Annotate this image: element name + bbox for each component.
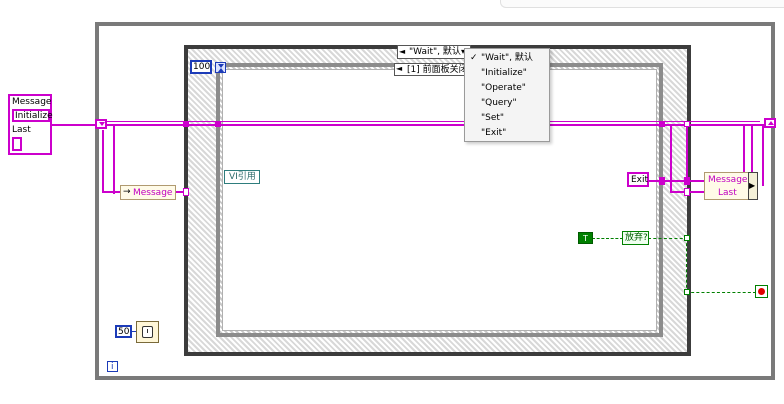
true-constant[interactable]: T	[578, 232, 593, 244]
tunnel-inner-right-exit	[659, 177, 665, 185]
bundle-output-icon: ▶	[748, 172, 758, 200]
case-selector-dropdown-menu[interactable]: ✓ "Wait", 默认 "Initialize" "Operate" "Que…	[464, 48, 550, 142]
stop-terminal[interactable]	[755, 285, 768, 298]
event-selector-value: [1] 前面板关闭?	[407, 65, 473, 75]
menu-item-initialize[interactable]: "Initialize"	[465, 66, 551, 81]
tunnel-right-mid	[684, 177, 690, 185]
cluster-title: Message	[12, 97, 52, 107]
cluster-last-field[interactable]	[12, 137, 22, 151]
wire-right-vertical	[686, 124, 688, 182]
shift-register-right-arrow-icon	[768, 121, 774, 125]
tunnel-right-top	[684, 121, 690, 127]
wait-ms-constant[interactable]: 50	[115, 325, 132, 338]
wire-to-right-edge	[762, 124, 764, 186]
vi-reference-node[interactable]: VI引用	[224, 170, 260, 184]
cluster-initialize-value: Initialize	[15, 111, 53, 121]
cluster-initialize-field[interactable]: Initialize	[12, 109, 53, 122]
unbundle-message-label: Message	[133, 188, 173, 198]
wire-message-horizontal	[102, 191, 122, 193]
menu-item-wait-label: "Wait", 默认	[481, 53, 533, 63]
event-selector[interactable]: ◄ [1] 前面板关闭?	[394, 63, 472, 76]
menu-item-initialize-label: "Initialize"	[481, 68, 527, 78]
wire-bundle-up-2	[751, 124, 753, 174]
wait-ms-node[interactable]	[136, 321, 159, 343]
unbundle-arrow-icon: →	[123, 187, 131, 197]
unbundle-by-name-node[interactable]: → Message	[120, 185, 176, 200]
case-selector[interactable]: ◄ "Wait", 默认 ▾	[397, 45, 471, 59]
menu-item-operate[interactable]: "Operate"	[465, 81, 551, 96]
stop-red-circle-icon	[758, 288, 765, 295]
menu-item-set-label: "Set"	[481, 113, 505, 123]
wire-exit-right	[648, 180, 705, 182]
menu-item-exit[interactable]: "Exit"	[465, 126, 551, 141]
menu-item-query-label: "Query"	[481, 98, 517, 108]
menu-item-wait[interactable]: ✓ "Wait", 默认	[465, 51, 551, 66]
wire-stop-green	[686, 292, 756, 293]
iteration-terminal: i	[107, 361, 118, 372]
menu-item-set[interactable]: "Set"	[465, 111, 551, 126]
wire-bundle-up	[743, 124, 745, 174]
discard-output-terminal[interactable]: 放弃?	[622, 231, 649, 245]
case-selector-value: "Wait", 默认	[409, 47, 461, 57]
wait-clock-icon	[142, 326, 153, 338]
loop-count-constant[interactable]: 100	[190, 60, 212, 74]
right-edge-panel	[500, 0, 784, 8]
shift-register-right[interactable]	[764, 118, 776, 128]
wire-to-message-unbundle	[113, 124, 115, 194]
case-structure-interior	[222, 69, 657, 331]
wire-right-lower-vert	[670, 124, 672, 192]
event-selector-decrement[interactable]: ◄	[396, 64, 402, 73]
menu-item-exit-label: "Exit"	[481, 128, 507, 138]
iteration-terminal-label: i	[111, 362, 114, 372]
wire-true-green	[592, 238, 623, 239]
wire-message-down	[102, 130, 104, 192]
bundle-message-label: Message	[708, 175, 748, 185]
bundle-last-label: Last	[718, 188, 737, 198]
tunnel-left-1	[183, 121, 189, 127]
exit-string-value: Exit	[631, 175, 649, 185]
tunnel-right-lower	[684, 188, 690, 196]
wire-discard-vert-green	[686, 238, 687, 293]
wire-discard-green	[648, 238, 688, 239]
case-selector-decrement[interactable]: ◄	[399, 47, 405, 56]
tunnel-left-2	[183, 188, 189, 196]
shift-register-left[interactable]	[95, 119, 107, 129]
exit-string-constant[interactable]: Exit	[627, 172, 649, 187]
tunnel-green-right	[684, 235, 690, 241]
vi-reference-label: VI引用	[229, 172, 256, 182]
wait-ms-value: 50	[118, 327, 130, 337]
message-cluster-constant[interactable]: Message Initialize Last	[8, 94, 53, 155]
menu-item-operate-label: "Operate"	[481, 83, 526, 93]
hourglass-timeout-icon	[215, 62, 226, 73]
cluster-last-label: Last	[12, 125, 31, 135]
menu-item-query[interactable]: "Query"	[465, 96, 551, 111]
shift-register-left-arrow-icon	[99, 122, 105, 126]
tunnel-inner-right-top	[659, 121, 665, 127]
tunnel-inner-left	[215, 121, 221, 127]
discard-label: 放弃?	[625, 233, 648, 243]
true-constant-value: T	[583, 234, 588, 243]
menu-checkmark-icon: ✓	[470, 53, 478, 63]
loop-count-value: 100	[193, 62, 211, 72]
tunnel-green-loop	[684, 289, 690, 295]
